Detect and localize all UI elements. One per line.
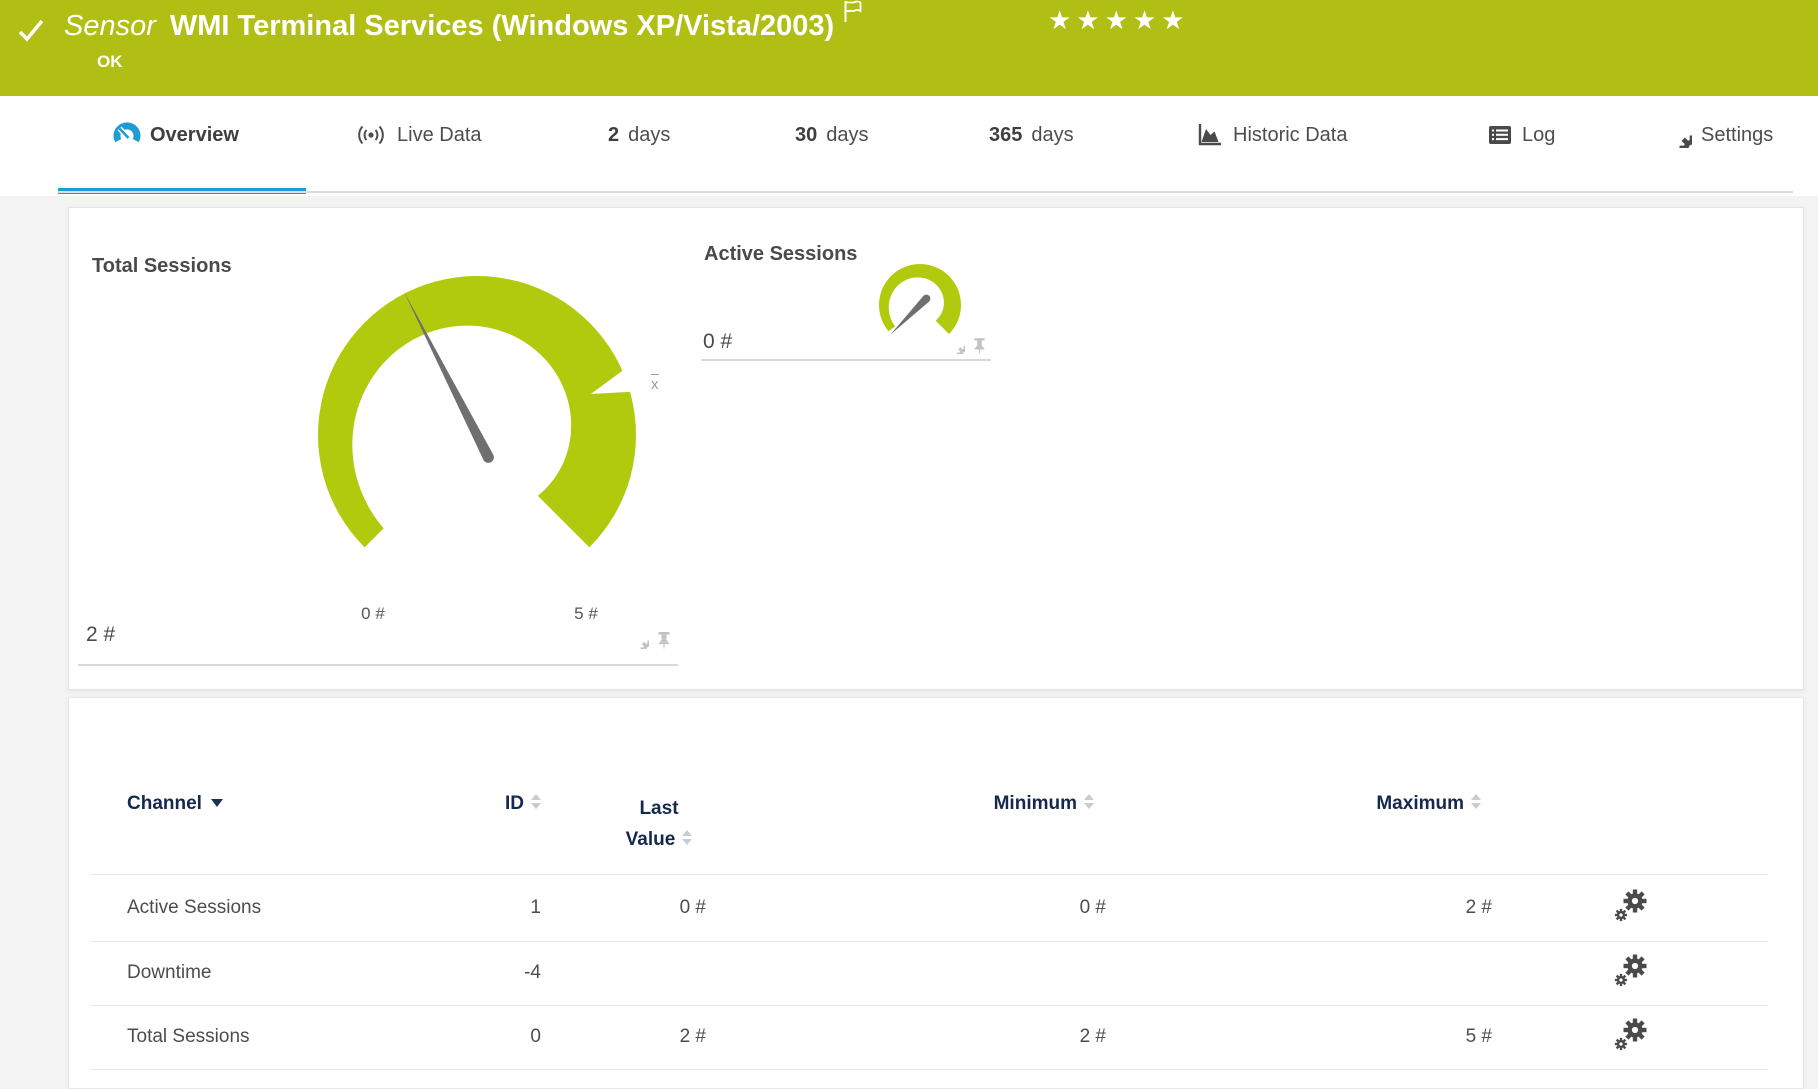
cell-maximum: 5 # xyxy=(1466,1026,1492,1048)
cell-minimum: 0 # xyxy=(1080,897,1106,919)
tab-live-data-label: Live Data xyxy=(397,124,482,147)
tab-historic-data-label: Historic Data xyxy=(1233,124,1347,147)
channel-gear-icon[interactable] xyxy=(632,632,649,650)
pin-icon[interactable] xyxy=(972,338,987,355)
total-sessions-max-label: 5 # xyxy=(564,604,608,624)
tab-bar-divider xyxy=(58,191,1793,193)
log-list-icon xyxy=(1487,123,1513,147)
cell-maximum: 2 # xyxy=(1466,897,1492,919)
total-gauge-toolbar xyxy=(632,632,672,650)
area-chart-icon xyxy=(1196,122,1224,148)
tab-2-days-number: 2 xyxy=(608,124,619,147)
tab-365-days-number: 365 xyxy=(989,124,1022,147)
active-gauge-underline xyxy=(701,359,991,361)
tab-historic-data[interactable]: Historic Data xyxy=(1196,118,1347,152)
sort-icon xyxy=(1471,794,1481,809)
tab-30-days[interactable]: 30 days xyxy=(795,118,869,152)
table-row-downtime[interactable]: Downtime -4 xyxy=(91,941,1767,1005)
sort-icon xyxy=(531,794,541,809)
tab-2-days-unit: days xyxy=(628,124,670,147)
tab-bar: Overview Live Data 2 days 30 days 365 da… xyxy=(0,96,1818,196)
table-row-total-sessions[interactable]: Total Sessions 0 2 # 2 # 5 # xyxy=(91,1005,1767,1069)
pin-icon[interactable] xyxy=(656,632,672,650)
table-row-active-sessions[interactable]: Active Sessions 1 0 # 0 # 2 # xyxy=(91,874,1767,941)
cell-id: -4 xyxy=(524,962,541,984)
channels-table: Channel ID LastValue Minimum Maximum Act… xyxy=(91,698,1767,1088)
total-sessions-gauge[interactable] xyxy=(318,276,636,547)
gauge-title-active-sessions: Active Sessions xyxy=(704,243,857,266)
cell-last-value: 2 # xyxy=(680,1026,706,1048)
tab-30-days-unit: days xyxy=(826,124,868,147)
row-divider xyxy=(91,1069,1767,1070)
column-header-last-value[interactable]: LastValue xyxy=(589,793,729,855)
tab-overview[interactable]: Overview xyxy=(113,118,239,152)
cell-minimum: 2 # xyxy=(1080,1026,1106,1048)
tab-settings[interactable]: Settings xyxy=(1667,118,1773,152)
sort-desc-icon xyxy=(211,799,223,807)
channels-table-panel: Channel ID LastValue Minimum Maximum Act… xyxy=(68,697,1804,1089)
column-header-maximum[interactable]: Maximum xyxy=(1376,793,1481,815)
gauge-icon xyxy=(113,121,141,149)
status-badge: OK xyxy=(97,52,123,72)
tab-overview-label: Overview xyxy=(150,124,239,147)
tab-365-days[interactable]: 365 days xyxy=(989,118,1074,152)
channel-settings-gears-icon[interactable] xyxy=(1613,953,1651,993)
active-sessions-gauge[interactable] xyxy=(879,264,961,342)
ok-checkmark-icon xyxy=(16,16,46,46)
gauges-canvas xyxy=(69,208,1803,689)
gear-icon xyxy=(1667,123,1692,148)
channel-settings-gears-icon[interactable] xyxy=(1613,888,1651,928)
active-sessions-current-value: 0 # xyxy=(703,330,732,354)
column-header-id[interactable]: ID xyxy=(505,793,541,815)
broadcast-icon xyxy=(354,122,388,148)
cell-id: 1 xyxy=(530,897,541,919)
column-header-channel[interactable]: Channel xyxy=(127,793,223,815)
flag-marker-icon[interactable] xyxy=(842,0,865,23)
tab-settings-label: Settings xyxy=(1701,124,1773,147)
cell-last-value: 0 # xyxy=(680,897,706,919)
total-gauge-underline xyxy=(78,664,678,666)
priority-stars[interactable]: ★★★★★ xyxy=(1048,6,1190,36)
cell-channel[interactable]: Total Sessions xyxy=(127,1026,250,1048)
cell-id: 0 xyxy=(530,1026,541,1048)
gauges-panel: Total Sessions 2 # 0 # 5 # x Active Sess… xyxy=(68,207,1804,690)
column-header-minimum[interactable]: Minimum xyxy=(994,793,1094,815)
sort-icon xyxy=(1084,794,1094,809)
object-kind-label: Sensor xyxy=(64,10,156,42)
gauge-title-total-sessions: Total Sessions xyxy=(92,255,232,278)
page-title: WMI Terminal Services (Windows XP/Vista/… xyxy=(170,10,834,42)
tab-log-label: Log xyxy=(1522,124,1555,147)
channel-settings-gears-icon[interactable] xyxy=(1613,1017,1651,1057)
cell-channel[interactable]: Downtime xyxy=(127,962,211,984)
tab-365-days-unit: days xyxy=(1031,124,1073,147)
tab-log[interactable]: Log xyxy=(1487,118,1555,152)
average-marker-label: x xyxy=(651,374,659,393)
cell-channel[interactable]: Active Sessions xyxy=(127,897,261,919)
total-sessions-min-label: 0 # xyxy=(351,604,395,624)
sort-icon xyxy=(682,830,692,845)
active-gauge-toolbar xyxy=(949,338,987,355)
channel-gear-icon[interactable] xyxy=(949,338,965,355)
tab-2-days[interactable]: 2 days xyxy=(608,118,670,152)
tab-live-data[interactable]: Live Data xyxy=(354,118,482,152)
total-sessions-current-value: 2 # xyxy=(86,623,115,647)
tab-30-days-number: 30 xyxy=(795,124,817,147)
sensor-status-header: Sensor WMI Terminal Services (Windows XP/… xyxy=(0,0,1818,96)
